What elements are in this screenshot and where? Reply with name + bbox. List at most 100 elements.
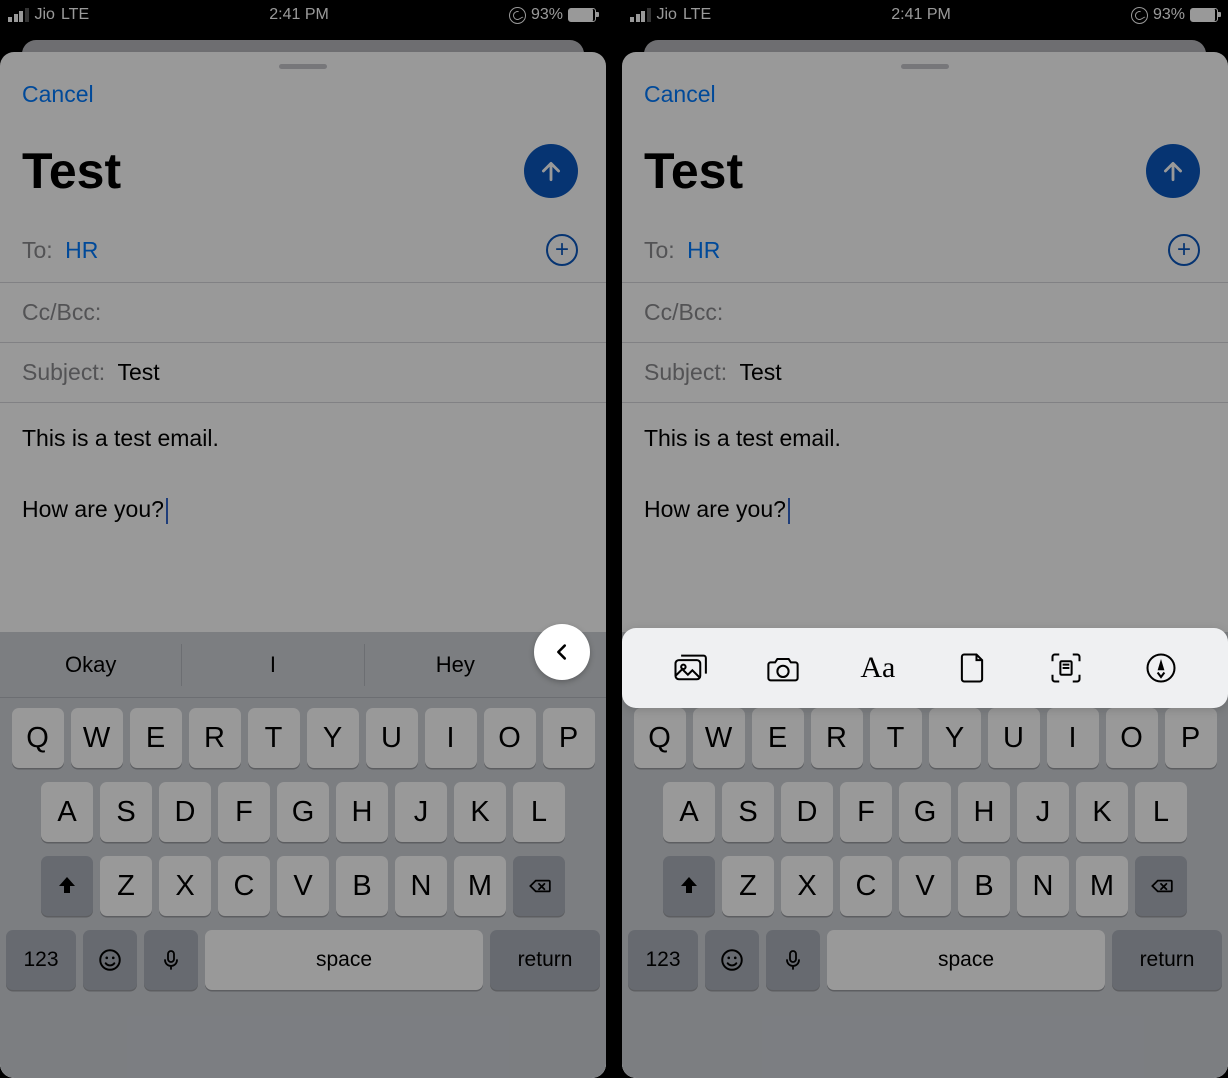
key-e[interactable]: E	[130, 708, 182, 768]
key-v[interactable]: V	[277, 856, 329, 916]
cc-bcc-field[interactable]: Cc/Bcc:	[0, 283, 606, 343]
key-w[interactable]: W	[693, 708, 745, 768]
key-h[interactable]: H	[958, 782, 1010, 842]
key-y[interactable]: Y	[307, 708, 359, 768]
key-p[interactable]: P	[543, 708, 595, 768]
key-n[interactable]: N	[395, 856, 447, 916]
email-body[interactable]: This is a test email. How are you?	[0, 403, 606, 528]
key-j[interactable]: J	[395, 782, 447, 842]
space-key[interactable]: space	[205, 930, 483, 990]
keyboard-row-2: ASDFGHJKL	[6, 782, 600, 842]
add-recipient-button[interactable]: +	[1168, 234, 1200, 266]
key-s[interactable]: S	[100, 782, 152, 842]
key-w[interactable]: W	[71, 708, 123, 768]
key-v[interactable]: V	[899, 856, 951, 916]
key-l[interactable]: L	[513, 782, 565, 842]
attach-document-button[interactable]	[949, 645, 995, 691]
key-k[interactable]: K	[1076, 782, 1128, 842]
sheet-grabber[interactable]	[901, 64, 949, 69]
markup-button[interactable]	[1138, 645, 1184, 691]
key-q[interactable]: Q	[12, 708, 64, 768]
key-c[interactable]: C	[840, 856, 892, 916]
send-button[interactable]	[524, 144, 578, 198]
key-j[interactable]: J	[1017, 782, 1069, 842]
key-u[interactable]: U	[988, 708, 1040, 768]
subject-field[interactable]: Subject: Test	[0, 343, 606, 403]
photo-library-button[interactable]	[666, 645, 712, 691]
backspace-key[interactable]	[1135, 856, 1187, 916]
shift-key[interactable]	[41, 856, 93, 916]
key-s[interactable]: S	[722, 782, 774, 842]
return-key[interactable]: return	[490, 930, 600, 990]
scan-document-button[interactable]	[1043, 645, 1089, 691]
space-key[interactable]: space	[827, 930, 1105, 990]
numbers-key[interactable]: 123	[628, 930, 698, 990]
key-x[interactable]: X	[159, 856, 211, 916]
cancel-button[interactable]: Cancel	[22, 81, 94, 107]
key-b[interactable]: B	[336, 856, 388, 916]
key-a[interactable]: A	[663, 782, 715, 842]
key-t[interactable]: T	[248, 708, 300, 768]
key-u[interactable]: U	[366, 708, 418, 768]
to-value[interactable]: HR	[65, 237, 98, 263]
key-z[interactable]: Z	[722, 856, 774, 916]
markup-icon	[1143, 650, 1179, 686]
key-m[interactable]: M	[1076, 856, 1128, 916]
key-c[interactable]: C	[218, 856, 270, 916]
to-field[interactable]: To: HR +	[622, 218, 1228, 283]
key-x[interactable]: X	[781, 856, 833, 916]
cancel-button[interactable]: Cancel	[644, 81, 716, 107]
key-m[interactable]: M	[454, 856, 506, 916]
key-b[interactable]: B	[958, 856, 1010, 916]
key-i[interactable]: I	[1047, 708, 1099, 768]
suggestion-2[interactable]: I	[182, 644, 364, 686]
send-button[interactable]	[1146, 144, 1200, 198]
key-o[interactable]: O	[484, 708, 536, 768]
key-h[interactable]: H	[336, 782, 388, 842]
suggestion-1[interactable]: Okay	[0, 644, 182, 686]
battery-icon	[568, 8, 596, 22]
text-format-button[interactable]: Aa	[855, 645, 901, 691]
to-value[interactable]: HR	[687, 237, 720, 263]
dictation-key[interactable]	[144, 930, 198, 990]
key-e[interactable]: E	[752, 708, 804, 768]
key-d[interactable]: D	[781, 782, 833, 842]
body-line-1: This is a test email.	[644, 421, 1206, 457]
emoji-key[interactable]	[83, 930, 137, 990]
key-d[interactable]: D	[159, 782, 211, 842]
key-t[interactable]: T	[870, 708, 922, 768]
key-k[interactable]: K	[454, 782, 506, 842]
key-q[interactable]: Q	[634, 708, 686, 768]
camera-button[interactable]	[760, 645, 806, 691]
key-z[interactable]: Z	[100, 856, 152, 916]
email-body[interactable]: This is a test email. How are you?	[622, 403, 1228, 528]
key-r[interactable]: R	[189, 708, 241, 768]
to-field[interactable]: To: HR +	[0, 218, 606, 283]
shift-key[interactable]	[663, 856, 715, 916]
key-g[interactable]: G	[277, 782, 329, 842]
subject-field[interactable]: Subject: Test	[622, 343, 1228, 403]
key-p[interactable]: P	[1165, 708, 1217, 768]
shift-icon	[55, 874, 79, 898]
key-f[interactable]: F	[840, 782, 892, 842]
sheet-grabber[interactable]	[279, 64, 327, 69]
add-recipient-button[interactable]: +	[546, 234, 578, 266]
expand-format-bar-button[interactable]	[534, 624, 590, 680]
backspace-key[interactable]	[513, 856, 565, 916]
dictation-key[interactable]	[766, 930, 820, 990]
key-g[interactable]: G	[899, 782, 951, 842]
key-o[interactable]: O	[1106, 708, 1158, 768]
format-toolbar: Aa	[622, 628, 1228, 708]
body-line-1: This is a test email.	[22, 421, 584, 457]
key-y[interactable]: Y	[929, 708, 981, 768]
key-f[interactable]: F	[218, 782, 270, 842]
key-l[interactable]: L	[1135, 782, 1187, 842]
key-n[interactable]: N	[1017, 856, 1069, 916]
key-r[interactable]: R	[811, 708, 863, 768]
return-key[interactable]: return	[1112, 930, 1222, 990]
cc-bcc-field[interactable]: Cc/Bcc:	[622, 283, 1228, 343]
key-i[interactable]: I	[425, 708, 477, 768]
numbers-key[interactable]: 123	[6, 930, 76, 990]
emoji-key[interactable]	[705, 930, 759, 990]
key-a[interactable]: A	[41, 782, 93, 842]
